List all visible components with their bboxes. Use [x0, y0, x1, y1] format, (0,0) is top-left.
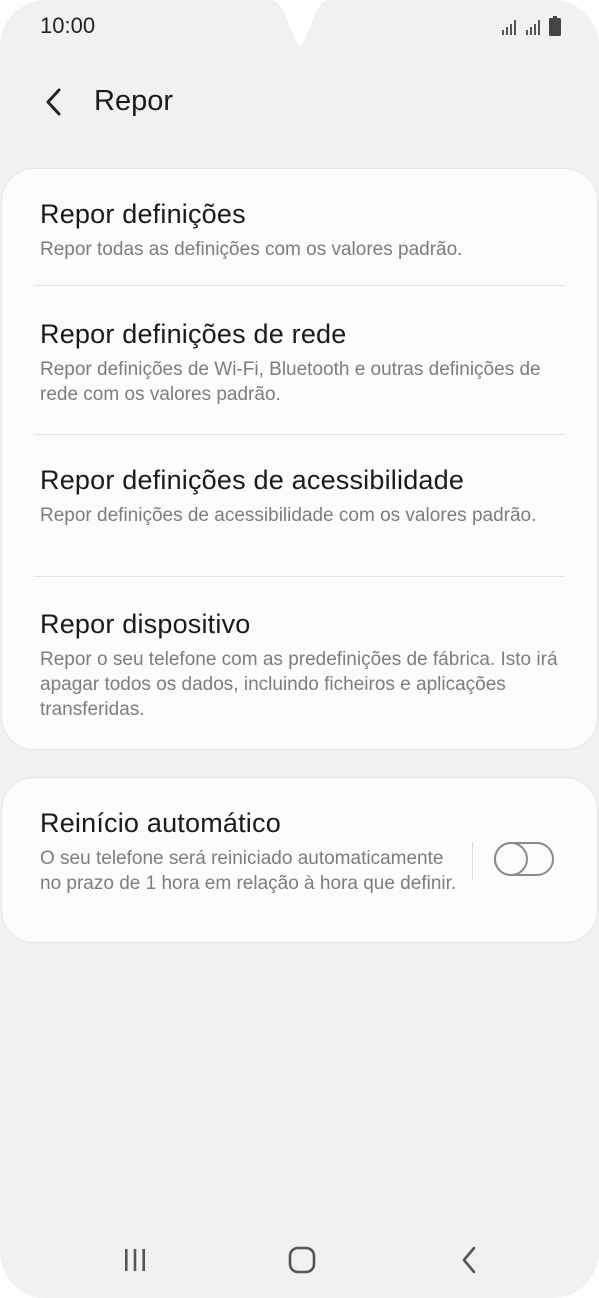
status-icons: [501, 16, 561, 36]
auto-restart-description: O seu telefone será reiniciado automatic…: [40, 848, 457, 894]
reset-network-settings-title: Repor definições de rede: [40, 319, 347, 349]
reset-accessibility-settings-item[interactable]: Repor definições de acessibilidade Repor…: [40, 463, 567, 528]
reset-settings-description: Repor todas as definições com os valores…: [40, 239, 463, 260]
toggle-knob: [494, 842, 528, 876]
recents-icon: [125, 1249, 145, 1271]
auto-restart-card: Reinício automático O seu telefone será …: [2, 778, 597, 942]
divider: [34, 576, 565, 577]
auto-restart-title: Reinício automático: [40, 808, 281, 838]
app-bar: Repor: [0, 70, 599, 136]
factory-reset-item[interactable]: Repor dispositivo Repor o seu telefone c…: [40, 607, 567, 722]
home-icon: [288, 1246, 316, 1274]
auto-restart-toggle[interactable]: [494, 842, 554, 876]
page-title: Repor: [94, 85, 173, 117]
signal-strength-2-icon: [526, 20, 540, 35]
recents-button[interactable]: [107, 1240, 163, 1280]
factory-reset-title: Repor dispositivo: [40, 609, 251, 639]
toggle-separator: [472, 842, 473, 880]
nav-back-button[interactable]: [442, 1240, 498, 1280]
phone-screen: 10:00 Repor Repor definições Repor todas…: [0, 0, 599, 1298]
divider: [34, 285, 565, 286]
factory-reset-description: Repor o seu telefone com as predefiniçõe…: [40, 649, 558, 720]
battery-icon: [549, 16, 561, 36]
divider: [34, 434, 565, 435]
reset-accessibility-settings-description: Repor definições de acessibilidade com o…: [40, 505, 537, 526]
reset-network-settings-item[interactable]: Repor definições de rede Repor definiçõe…: [40, 317, 567, 407]
back-icon: [462, 1246, 476, 1274]
back-button[interactable]: [32, 80, 76, 124]
reset-accessibility-settings-title: Repor definições de acessibilidade: [40, 465, 465, 495]
status-bar: 10:00: [0, 0, 599, 54]
reset-settings-title: Repor definições: [40, 199, 246, 229]
signal-strength-icon: [502, 20, 516, 35]
reset-network-settings-description: Repor definições de Wi-Fi, Bluetooth e o…: [40, 359, 541, 405]
status-time: 10:00: [40, 13, 96, 38]
auto-restart-item[interactable]: Reinício automático O seu telefone será …: [40, 806, 457, 896]
navigation-bar: [0, 1226, 599, 1290]
reset-settings-item[interactable]: Repor definições Repor todas as definiçõ…: [40, 197, 567, 262]
home-button[interactable]: [274, 1240, 330, 1280]
chevron-left-icon: [46, 88, 61, 116]
reset-options-card: Repor definições Repor todas as definiçõ…: [2, 169, 597, 749]
